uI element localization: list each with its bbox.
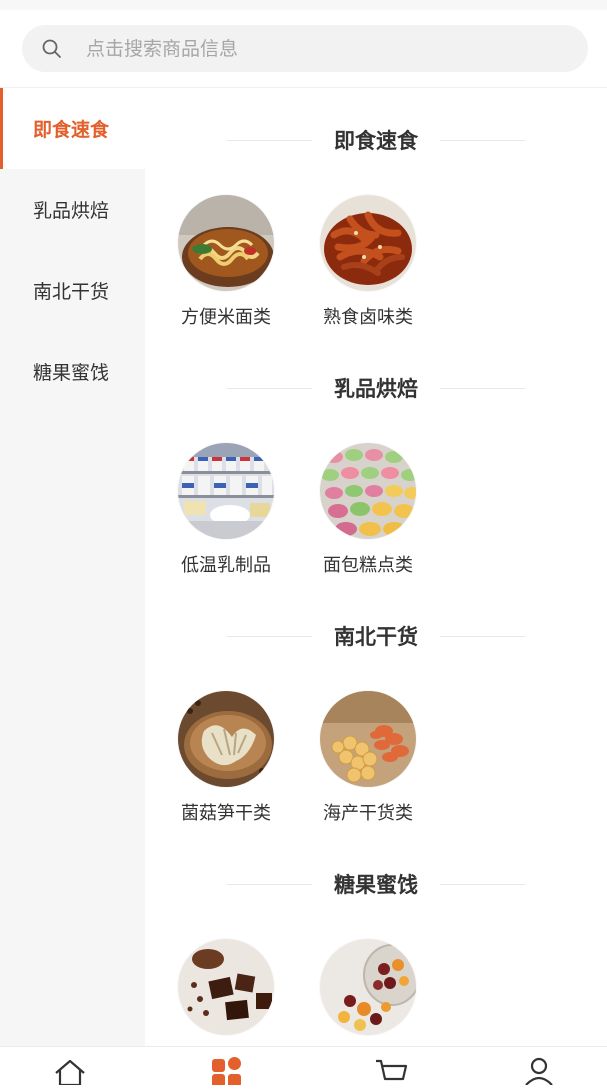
search-input[interactable] — [86, 28, 566, 69]
tab-cart[interactable] — [373, 1057, 409, 1085]
section-title-text: 南北干货 — [334, 625, 418, 649]
top-bar — [0, 0, 607, 88]
section-title-instant-food: 即食速食 — [145, 125, 607, 155]
sidebar-item-candy-preserves[interactable]: 糖果蜜饯 — [0, 331, 145, 412]
tab-category[interactable] — [209, 1057, 245, 1087]
divider — [227, 387, 312, 389]
macarons-image — [320, 443, 416, 539]
sidebar-item-instant-food[interactable]: 即食速食 — [0, 88, 145, 169]
sidebar-item-label: 糖果蜜饯 — [33, 362, 110, 384]
sidebar-item-label: 即食速食 — [33, 119, 110, 141]
category-sidebar: 即食速食 乳品烘焙 南北干货 糖果蜜饯 — [0, 88, 145, 1046]
dried-mushrooms-image — [178, 691, 274, 787]
dried-fruit-jar-image — [320, 939, 416, 1035]
subcategory-label: 面包糕点类 — [323, 555, 413, 576]
section-title-dry-goods: 南北干货 — [145, 621, 607, 651]
subcategory-item-instant-noodles[interactable]: 方便米面类 — [171, 195, 281, 329]
subcategory-item-chilled-dairy[interactable]: 低温乳制品 — [171, 443, 281, 577]
subcategory-label: 菌菇笋干类 — [181, 803, 271, 824]
tab-home[interactable] — [52, 1057, 88, 1087]
divider — [227, 883, 312, 885]
subcategory-item-braised-food[interactable]: 熟食卤味类 — [313, 195, 423, 329]
section-title-text: 即食速食 — [334, 129, 418, 153]
divider — [440, 387, 525, 389]
section-title-text: 乳品烘焙 — [334, 377, 418, 401]
tab-profile[interactable] — [521, 1057, 557, 1086]
divider — [440, 883, 525, 885]
subcategory-item-dried-seafood[interactable]: 海产干货类 — [313, 691, 423, 825]
subcategory-item-dried-fruit[interactable] — [313, 939, 423, 1046]
sidebar-item-label: 乳品烘焙 — [33, 200, 110, 222]
sidebar-item-dairy-bakery[interactable]: 乳品烘焙 — [0, 169, 145, 250]
dried-seafood-image — [320, 691, 416, 787]
search-icon — [42, 39, 62, 59]
subcategory-label: 方便米面类 — [181, 307, 271, 328]
subcategory-item-bread-pastry[interactable]: 面包糕点类 — [313, 443, 423, 577]
sidebar-item-label: 南北干货 — [33, 281, 110, 303]
noodle-bowl-image — [178, 195, 274, 291]
subcategory-item-mushrooms-bamboo[interactable]: 菌菇笋干类 — [171, 691, 281, 825]
divider — [227, 139, 312, 141]
subcategory-label: 低温乳制品 — [181, 555, 271, 576]
subcategory-label: 海产干货类 — [323, 803, 413, 824]
status-strip — [0, 0, 607, 10]
section-title-dairy-bakery: 乳品烘焙 — [145, 373, 607, 403]
divider — [227, 635, 312, 637]
dairy-fridge-image — [178, 443, 274, 539]
sidebar-item-dry-goods[interactable]: 南北干货 — [0, 250, 145, 331]
section-title-text: 糖果蜜饯 — [334, 873, 418, 897]
braised-chicken-feet-image — [320, 195, 416, 291]
section-title-candy-preserves: 糖果蜜饯 — [145, 869, 607, 899]
divider — [440, 139, 525, 141]
bottom-tab-bar — [0, 1046, 607, 1087]
chocolate-candy-image — [178, 939, 274, 1035]
category-content: 即食速食 方便米面类 熟食卤味类 乳品烘焙 低温乳制品 面包糕点类 南北干货 菌… — [145, 88, 607, 1046]
divider — [440, 635, 525, 637]
search-bar[interactable] — [22, 25, 588, 72]
subcategory-label: 熟食卤味类 — [323, 307, 413, 328]
subcategory-item-chocolate[interactable] — [171, 939, 281, 1046]
